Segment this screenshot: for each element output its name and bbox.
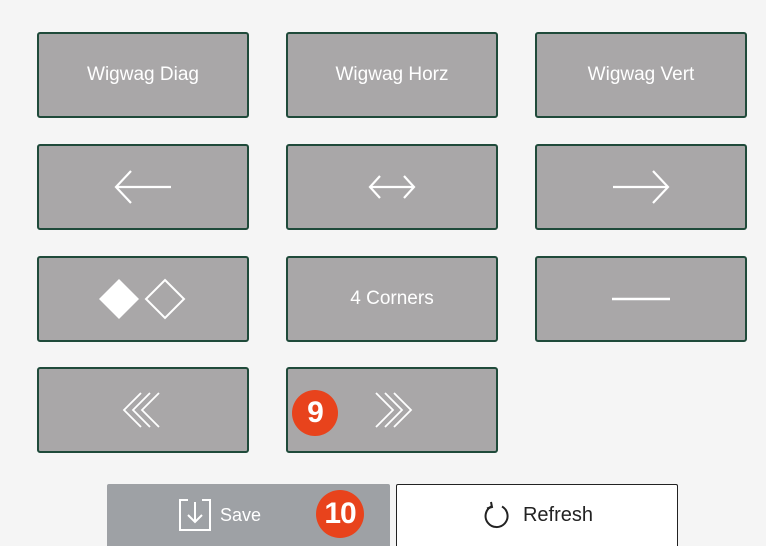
step-badge-9: 9 xyxy=(292,390,338,436)
arrow-left-right-button[interactable] xyxy=(286,144,498,230)
step-badge-10: 10 xyxy=(316,490,364,538)
horizontal-line-icon xyxy=(612,297,670,301)
refresh-label: Refresh xyxy=(522,504,594,526)
filled-and-outline-diamond-icon xyxy=(99,278,186,320)
arrow-right-icon xyxy=(613,170,670,204)
wigwag-vert-label: Wigwag Vert xyxy=(587,64,695,85)
refresh-circular-arrow-icon xyxy=(484,501,509,528)
wigwag-vert-button[interactable]: Wigwag Vert xyxy=(535,32,747,118)
triple-chevron-left-icon xyxy=(122,392,160,428)
four-corners-button[interactable]: 4 Corners xyxy=(286,256,498,342)
arrow-left-right-icon xyxy=(368,175,416,199)
arrow-left-button[interactable] xyxy=(37,144,249,230)
save-arrow-down-icon xyxy=(178,499,211,531)
wigwag-horz-button[interactable]: Wigwag Horz xyxy=(286,32,498,118)
solid-bar-button[interactable] xyxy=(535,256,747,342)
pattern-panel: Wigwag Diag Wigwag Horz Wigwag Vert 4 Co… xyxy=(0,0,766,546)
wigwag-horz-label: Wigwag Horz xyxy=(335,64,449,85)
arrow-left-icon xyxy=(114,170,171,204)
wigwag-diag-label: Wigwag Diag xyxy=(87,64,199,85)
chevrons-left-button[interactable] xyxy=(37,367,249,453)
triple-chevron-right-icon xyxy=(375,392,413,428)
four-corners-label: 4 Corners xyxy=(350,288,434,309)
diamonds-button[interactable] xyxy=(37,256,249,342)
refresh-button[interactable]: Refresh xyxy=(396,484,678,546)
wigwag-diag-button[interactable]: Wigwag Diag xyxy=(37,32,249,118)
save-label: Save xyxy=(219,504,262,525)
arrow-right-button[interactable] xyxy=(535,144,747,230)
